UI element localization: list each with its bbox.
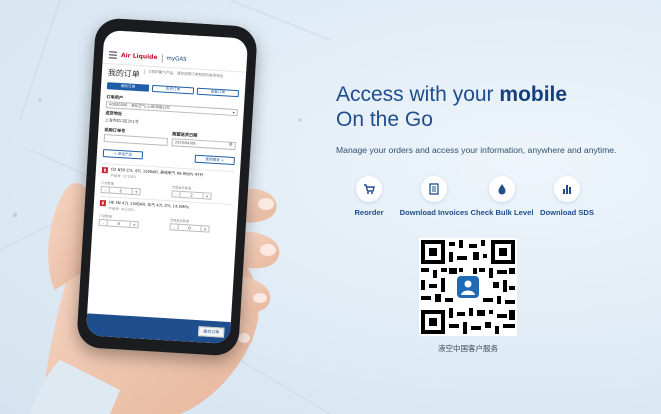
use-template-button[interactable]: 使用模板 +: [194, 154, 235, 166]
page-title: 我的订单: [107, 68, 141, 80]
date-value: 2019/04/09: [174, 140, 196, 146]
increment-button[interactable]: +: [131, 187, 141, 196]
add-product-button[interactable]: + 添加产品: [102, 149, 144, 160]
decrement-button[interactable]: -: [169, 223, 179, 231]
quantity-value[interactable]: 0: [107, 219, 130, 228]
tab-new-order[interactable]: 新的订单: [106, 82, 150, 92]
feature-download-sds[interactable]: Download SDS: [527, 176, 607, 217]
hand-holding-phone-image: Air Liquide myGAS 我的订单 订购的氧气产品，请您选择订单和您的…: [0, 0, 330, 414]
drop-icon: [489, 176, 515, 202]
increment-button[interactable]: +: [200, 224, 210, 233]
bar-chart-icon: [554, 176, 580, 202]
app-footer: 提交订单: [85, 313, 231, 345]
hero-title-prefix: Access with your: [336, 83, 500, 106]
return-value[interactable]: 0: [178, 223, 201, 232]
hero-title: Access with your mobile On the Go: [336, 82, 567, 132]
quantity-stepper[interactable]: - 2 +: [100, 185, 141, 196]
cylinder-icon: ▮: [99, 199, 107, 207]
product-item: ▮ O2 N50 CYL 47L 150BAR, 高纯氧气 99.999% 47…: [100, 163, 235, 201]
brand-logo: Air Liquide: [120, 51, 158, 62]
feature-list: Reorder Download Invoices Check Bulk Lev…: [336, 176, 636, 226]
return-stepper[interactable]: - 2 +: [171, 190, 212, 200]
order-form: 订单用户 A0000000 - 液化空气(上海)有限公司 送货地址 上海市虹口区…: [98, 94, 245, 151]
smartphone: Air Liquide myGAS 我的订单 订购的氧气产品，请您选择订单和您的…: [76, 17, 258, 357]
quantity-stepper[interactable]: - 0 +: [98, 218, 139, 229]
increment-button[interactable]: +: [129, 220, 139, 229]
hero-subtitle: Manage your orders and access your infor…: [336, 145, 617, 155]
return-stepper[interactable]: - 0 +: [169, 223, 210, 233]
increment-button[interactable]: +: [202, 192, 212, 200]
hamburger-menu-icon[interactable]: [108, 50, 118, 59]
promo-panel: Access with your mobile On the Go Manage…: [336, 0, 636, 414]
quantity-value[interactable]: 2: [109, 186, 132, 195]
app-name: myGAS: [166, 55, 187, 63]
qr-code[interactable]: [419, 238, 517, 336]
page-description: 订购的氧气产品，请您选择订单和您的收货地址: [143, 69, 240, 80]
product-item: ▮ HE 5N 47L 150BAR, 氦气 47L CYL 14.5MPa 产…: [98, 195, 233, 234]
feature-label: Download SDS: [539, 208, 594, 217]
invoice-icon: [421, 176, 447, 202]
tab-order-history[interactable]: 历史订单: [151, 84, 195, 95]
return-value[interactable]: 2: [180, 190, 203, 200]
calendar-settings-icon[interactable]: ⚙: [228, 143, 232, 149]
tab-view-orders[interactable]: 查看订单: [196, 87, 240, 98]
qr-caption: 液空中国客户服务: [438, 344, 498, 353]
hero-title-bold: mobile: [499, 83, 568, 106]
cylinder-icon: ▮: [101, 167, 109, 174]
phone-screen: Air Liquide myGAS 我的订单 订购的氧气产品，请您选择订单和您的…: [85, 29, 249, 345]
hero-title-line2: On the Go: [336, 108, 433, 131]
header-divider: [161, 53, 163, 62]
cart-icon: [356, 176, 382, 202]
submit-order-button[interactable]: 提交订单: [197, 326, 225, 338]
decrement-button[interactable]: -: [171, 190, 181, 198]
